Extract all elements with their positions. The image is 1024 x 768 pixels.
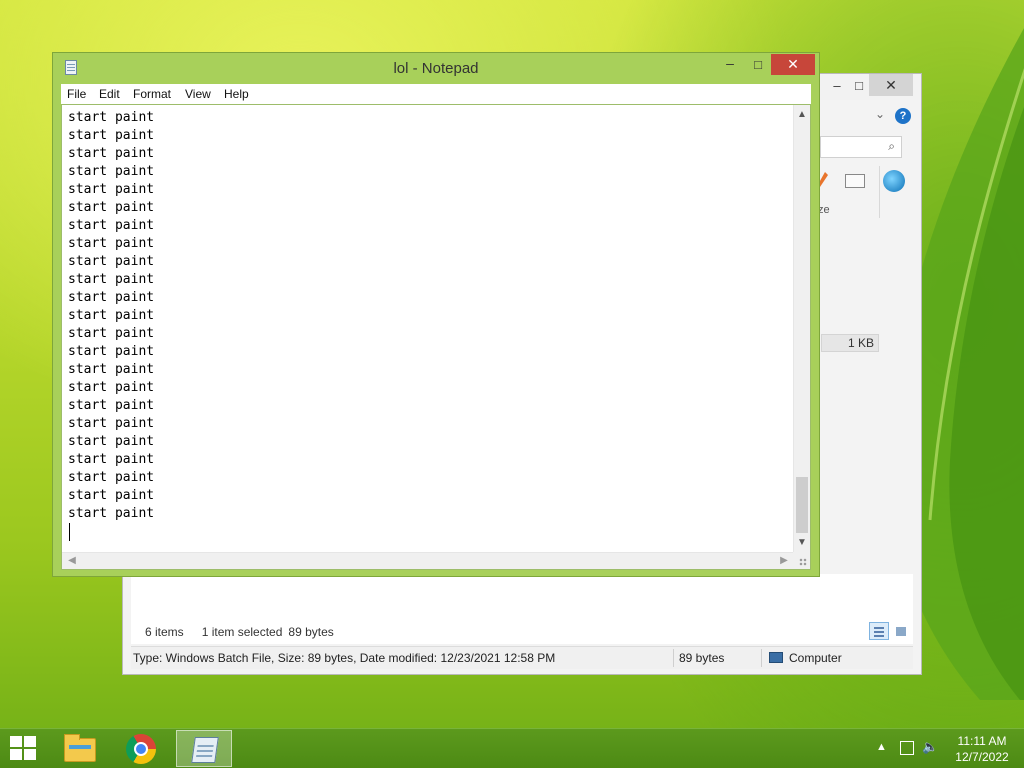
maximize-button[interactable]: □ bbox=[745, 55, 771, 75]
details-view-icon[interactable] bbox=[869, 622, 889, 640]
close-button[interactable]: ✕ bbox=[771, 54, 815, 75]
globe-icon[interactable] bbox=[883, 170, 905, 192]
taskbar-notepad[interactable] bbox=[176, 730, 232, 767]
horizontal-scrollbar[interactable]: ◀ ▶ bbox=[62, 552, 794, 569]
large-icons-view-icon[interactable] bbox=[891, 622, 911, 640]
text-line[interactable]: start paint bbox=[68, 271, 788, 289]
status-details: Type: Windows Batch File, Size: 89 bytes… bbox=[133, 651, 556, 665]
vertical-scroll-thumb[interactable] bbox=[796, 477, 808, 533]
text-line[interactable]: start paint bbox=[68, 145, 788, 163]
menu-help[interactable]: Help bbox=[224, 87, 249, 101]
scroll-up-icon[interactable]: ▲ bbox=[794, 107, 810, 123]
status-location-label: Computer bbox=[789, 651, 842, 665]
clock-time: 11:11 AM bbox=[957, 734, 1007, 748]
status-separator bbox=[761, 649, 762, 667]
text-line[interactable]: start paint bbox=[68, 307, 788, 325]
start-button[interactable] bbox=[10, 736, 38, 762]
text-line[interactable]: start paint bbox=[68, 451, 788, 469]
help-icon[interactable]: ? bbox=[895, 108, 911, 124]
volume-icon[interactable]: 🔈 bbox=[922, 739, 938, 755]
ribbon-expand-icon[interactable]: ⌄ bbox=[875, 107, 885, 121]
minimize-button[interactable]: – bbox=[717, 55, 743, 75]
toolbar-divider bbox=[879, 166, 880, 218]
status-size: 89 bytes bbox=[679, 651, 725, 665]
text-line[interactable]: start paint bbox=[68, 361, 788, 379]
scroll-right-icon[interactable]: ▶ bbox=[776, 553, 792, 569]
clock-date: 12/7/2022 bbox=[955, 750, 1009, 764]
menu-bar: File Edit Format View Help bbox=[61, 84, 811, 104]
menu-edit[interactable]: Edit bbox=[99, 87, 120, 101]
tray-chevron-icon[interactable]: ▲ bbox=[876, 741, 887, 753]
text-editor[interactable]: start paint start paint start paint start p… bbox=[61, 104, 811, 570]
taskbar: ▲ 🔈 11:11 AM 12/7/2022 bbox=[0, 728, 1024, 768]
notepad-window[interactable]: lol - Notepad – □ ✕ File Edit Format Vie… bbox=[52, 52, 820, 577]
text-line[interactable]: start paint bbox=[68, 127, 788, 145]
items-count: 6 items bbox=[145, 625, 184, 639]
text-line[interactable]: start paint bbox=[68, 505, 788, 523]
status-separator bbox=[673, 649, 674, 667]
resize-grip-icon[interactable] bbox=[793, 552, 810, 569]
system-clock[interactable]: 11:11 AM 12/7/2022 bbox=[948, 733, 1016, 765]
menu-view[interactable]: View bbox=[185, 87, 211, 101]
text-line[interactable]: start paint bbox=[68, 325, 788, 343]
explorer-search-input[interactable]: ⌕ bbox=[820, 136, 902, 158]
notepad-titlebar[interactable]: lol - Notepad – □ ✕ bbox=[53, 53, 819, 84]
text-line[interactable]: start paint bbox=[68, 109, 788, 127]
text-line[interactable]: start paint bbox=[68, 217, 788, 235]
scroll-down-icon[interactable]: ▼ bbox=[794, 535, 810, 551]
text-line[interactable]: start paint bbox=[68, 253, 788, 271]
status-location: Computer bbox=[769, 647, 842, 669]
text-line[interactable]: start paint bbox=[68, 163, 788, 181]
selected-info: 1 item selected bbox=[201, 625, 283, 639]
text-line[interactable]: start paint bbox=[68, 415, 788, 433]
search-icon: ⌕ bbox=[888, 139, 895, 153]
text-line[interactable]: start paint bbox=[68, 487, 788, 505]
text-line[interactable]: start paint bbox=[68, 433, 788, 451]
text-line[interactable]: start paint bbox=[68, 199, 788, 217]
explorer-status-bar: Type: Windows Batch File, Size: 89 bytes… bbox=[131, 646, 913, 669]
folder-icon bbox=[64, 734, 96, 762]
email-icon[interactable] bbox=[845, 174, 865, 188]
notepad-icon bbox=[191, 737, 219, 763]
text-line[interactable]: start paint bbox=[68, 397, 788, 415]
editor-text[interactable]: start paint start paint start paint start p… bbox=[68, 109, 788, 549]
taskbar-chrome[interactable] bbox=[114, 730, 170, 767]
selected-size: 89 bytes bbox=[288, 625, 334, 639]
taskbar-file-explorer[interactable] bbox=[52, 730, 108, 767]
scroll-left-icon[interactable]: ◀ bbox=[64, 553, 80, 569]
chrome-icon bbox=[126, 734, 156, 764]
item-count-bar: 6 items 1 item selected 89 bytes bbox=[145, 625, 352, 639]
menu-file[interactable]: File bbox=[67, 87, 86, 101]
menu-format[interactable]: Format bbox=[133, 87, 171, 101]
file-size-cell: 1 KB bbox=[821, 334, 879, 352]
vertical-scrollbar[interactable]: ▲ ▼ bbox=[793, 105, 810, 553]
network-icon[interactable] bbox=[900, 741, 914, 755]
view-buttons bbox=[867, 622, 911, 640]
text-line[interactable]: start paint bbox=[68, 469, 788, 487]
text-caret bbox=[69, 523, 70, 541]
text-line[interactable]: start paint bbox=[68, 181, 788, 199]
computer-icon bbox=[769, 652, 783, 663]
window-title: lol - Notepad bbox=[393, 60, 479, 77]
explorer-close-button[interactable]: ✕ bbox=[869, 74, 913, 96]
text-line[interactable]: start paint bbox=[68, 343, 788, 361]
text-line[interactable]: start paint bbox=[68, 379, 788, 397]
text-line[interactable]: start paint bbox=[68, 235, 788, 253]
text-line[interactable]: start paint bbox=[68, 289, 788, 307]
